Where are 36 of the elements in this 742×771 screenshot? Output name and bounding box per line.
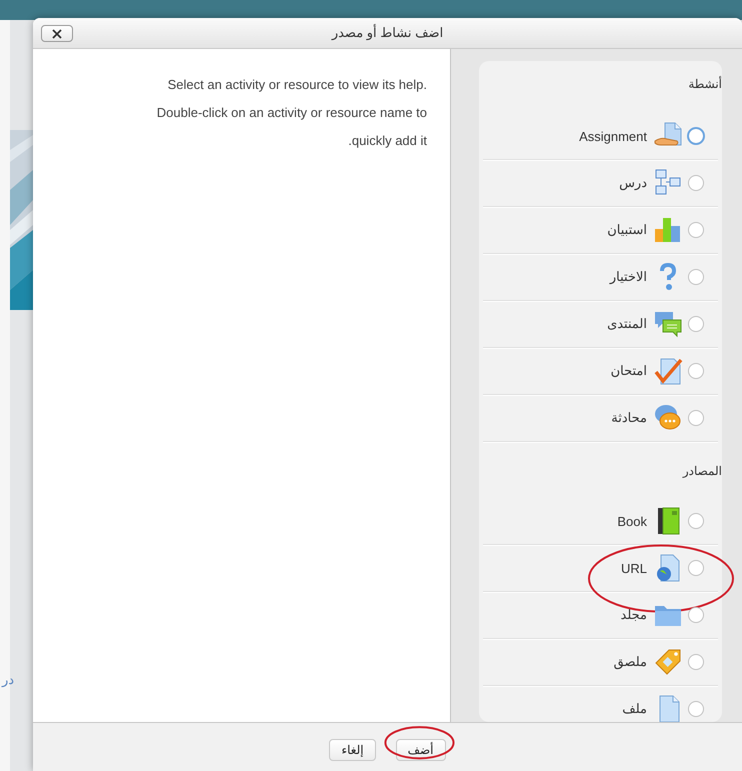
close-button[interactable] [41,25,73,42]
option-label[interactable]: استبيان [607,222,647,238]
page-text: در [2,672,14,688]
radio-button[interactable] [688,607,704,623]
radio-button[interactable] [688,410,704,426]
option-label[interactable]: مجلد [620,607,647,623]
option-label[interactable]: محادثة [611,410,647,426]
radio-button[interactable] [688,654,704,670]
option-label[interactable]: درس [619,175,647,191]
option-label[interactable]: Assignment [579,128,647,144]
radio-button[interactable] [688,175,704,191]
radio-button[interactable] [688,513,704,529]
radio-button[interactable] [688,363,704,379]
option-label[interactable]: Book [617,514,647,528]
cancel-button[interactable]: إلغاء [329,739,376,761]
radio-button[interactable] [688,269,704,285]
option-label[interactable]: ملصق [614,654,647,670]
dialog-title: اضف نشاط أو مصدر [332,25,444,41]
close-icon [52,28,62,38]
option-label[interactable]: المنتدى [607,316,647,332]
option-label[interactable]: URL [620,560,647,576]
radio-button[interactable] [688,222,704,238]
option-label[interactable]: الاختيار [610,269,647,285]
radio-button[interactable] [688,560,704,576]
section-heading: أنشطة [687,75,722,93]
radio-button[interactable] [688,701,704,717]
bar-chart-icon [653,215,683,245]
speech-bubbles-icon [653,309,683,339]
help-text: Select an activity or resource to view its help. Double-click on an activity or resource name to quickly add it. [156,76,427,150]
add-button[interactable]: أضف [396,739,446,761]
option-label[interactable]: امتحان [610,363,647,379]
radio-button[interactable] [688,316,704,332]
section-heading: المصادر [681,463,722,480]
option-label[interactable]: ملف [622,701,647,717]
checked-document-icon [653,356,683,386]
tag-icon [653,647,683,677]
